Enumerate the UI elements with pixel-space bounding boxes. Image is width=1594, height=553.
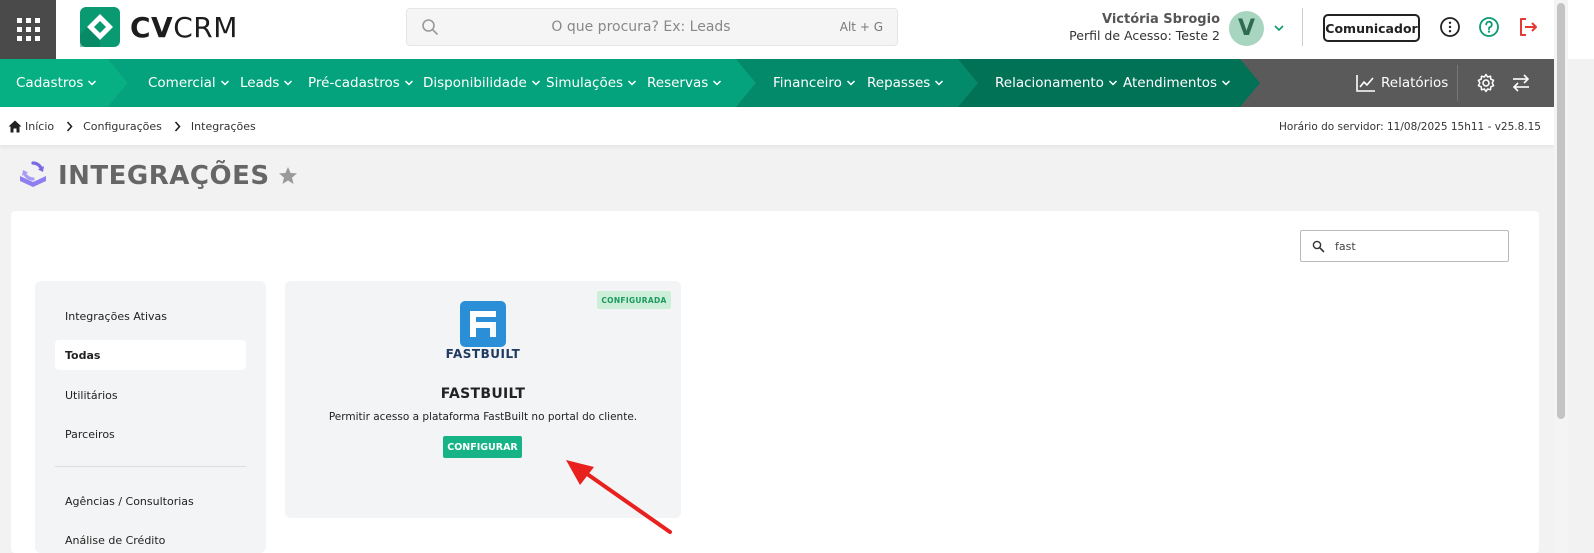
sidebar-item-todas[interactable]: Todas (55, 340, 246, 370)
user-name: Victória Sbrogio (1101, 12, 1220, 27)
search-icon (422, 19, 438, 35)
fastbuilt-logo-icon (460, 301, 506, 347)
breadcrumb-configuracoes[interactable]: Configurações (83, 120, 162, 133)
scrollbar-thumb[interactable] (1557, 3, 1565, 419)
nav-atendimentos[interactable]: Atendimentos (1123, 59, 1231, 107)
cvcrm-logo[interactable]: CVCRM (80, 7, 238, 47)
content-panel: Integrações Ativas Todas Utilitários Par… (11, 211, 1539, 553)
page-header: INTEGRAÇÕES (18, 158, 298, 194)
help-icon[interactable] (1478, 16, 1500, 38)
card-title: FASTBUILT (440, 386, 526, 402)
nav-leads[interactable]: Leads (240, 59, 293, 107)
user-profile: Perfil de Acesso: Teste 2 (1069, 28, 1220, 43)
chart-icon (1356, 75, 1375, 92)
header-divider (1302, 8, 1303, 46)
integration-filter[interactable] (1300, 230, 1509, 262)
nav-simulacoes[interactable]: Simulações (546, 59, 637, 107)
sidebar-item-parceiros[interactable]: Parceiros (55, 419, 246, 449)
chevron-down-icon (284, 80, 293, 86)
comunicador-button[interactable]: Comunicador (1323, 14, 1420, 42)
sidebar-item-agencias-consultorias[interactable]: Agências / Consultorias (55, 486, 246, 516)
status-badge: CONFIGURADA (597, 291, 671, 309)
apps-grid-icon[interactable] (0, 0, 56, 59)
chevron-down-icon (88, 80, 97, 86)
search-input[interactable] (451, 9, 831, 45)
breadcrumb: Início Configurações Integrações (8, 120, 256, 133)
page-title: INTEGRAÇÕES (58, 161, 270, 191)
home-icon[interactable] (8, 120, 22, 133)
server-time: Horário do servidor: 11/08/2025 15h11 - … (1279, 121, 1541, 133)
chevron-down-icon (1222, 80, 1231, 86)
nav-financeiro[interactable]: Financeiro (773, 59, 856, 107)
nav-reservas[interactable]: Reservas (647, 59, 722, 107)
configurar-button[interactable]: CONFIGURAR (443, 436, 522, 458)
sidebar-item-integracoes-ativas[interactable]: Integrações Ativas (55, 301, 246, 331)
sidebar-item-utilitarios[interactable]: Utilitários (55, 380, 246, 410)
nav-relatorios-label: Relatórios (1381, 75, 1449, 91)
search-icon (1312, 240, 1325, 253)
breadcrumb-inicio[interactable]: Início (25, 120, 54, 133)
swap-icon[interactable] (1511, 59, 1531, 107)
chevron-down-icon (713, 80, 722, 86)
brand-name: CVCRM (130, 10, 238, 44)
favorite-star-icon[interactable] (278, 166, 298, 186)
nav-relacionamento[interactable]: Relacionamento (995, 59, 1118, 107)
chevron-right-icon (67, 121, 73, 132)
nav-disponibilidade[interactable]: Disponibilidade (423, 59, 541, 107)
info-icon[interactable] (1439, 16, 1461, 38)
chevron-down-icon (935, 80, 944, 86)
nav-comercial[interactable]: Comercial (148, 59, 230, 107)
chevron-down-icon (220, 80, 229, 86)
logout-icon[interactable] (1517, 16, 1539, 38)
nav-repasses[interactable]: Repasses (867, 59, 944, 107)
cvcrm-logo-icon (80, 7, 120, 47)
search-shortcut-hint: Alt + G (839, 20, 883, 34)
gear-icon[interactable] (1476, 59, 1496, 107)
chevron-right-icon (174, 121, 181, 132)
chevron-down-icon[interactable] (1273, 22, 1285, 34)
breadcrumb-bar: Início Configurações Integrações Horário… (0, 107, 1554, 145)
sidebar-divider (55, 466, 246, 467)
main-nav: Cadastros Comercial Leads Pré-cadastros … (0, 59, 1554, 107)
fastbuilt-logo-text: FASTBUILT (445, 347, 521, 361)
chevron-down-icon (404, 80, 413, 86)
avatar[interactable]: V (1229, 11, 1264, 46)
chevron-down-icon (531, 80, 540, 86)
global-search[interactable]: Alt + G (406, 8, 898, 46)
chevron-down-icon (1108, 80, 1117, 86)
user-info[interactable]: Victória Sbrogio Perfil de Acesso: Teste… (1069, 12, 1220, 44)
nav-pre-cadastros[interactable]: Pré-cadastros (308, 59, 414, 107)
category-sidebar: Integrações Ativas Todas Utilitários Par… (35, 281, 266, 553)
nav-cadastros[interactable]: Cadastros (16, 59, 97, 107)
chevron-down-icon (846, 80, 855, 86)
chevron-down-icon (628, 80, 637, 86)
sidebar-item-analise-de-credito[interactable]: Análise de Crédito (55, 525, 246, 553)
nav-relatorios[interactable]: Relatórios (1356, 59, 1448, 107)
card-description: Permitir acesso a plataforma FastBuilt n… (328, 411, 638, 423)
nav-divider (1457, 65, 1458, 101)
integrations-icon (20, 161, 46, 187)
filter-input[interactable] (1335, 231, 1500, 261)
annotation-arrow-icon (566, 460, 672, 534)
top-bar: CVCRM Alt + G Victória Sbrogio Perfil de… (0, 0, 1594, 59)
breadcrumb-integracoes: Integrações (190, 120, 256, 133)
